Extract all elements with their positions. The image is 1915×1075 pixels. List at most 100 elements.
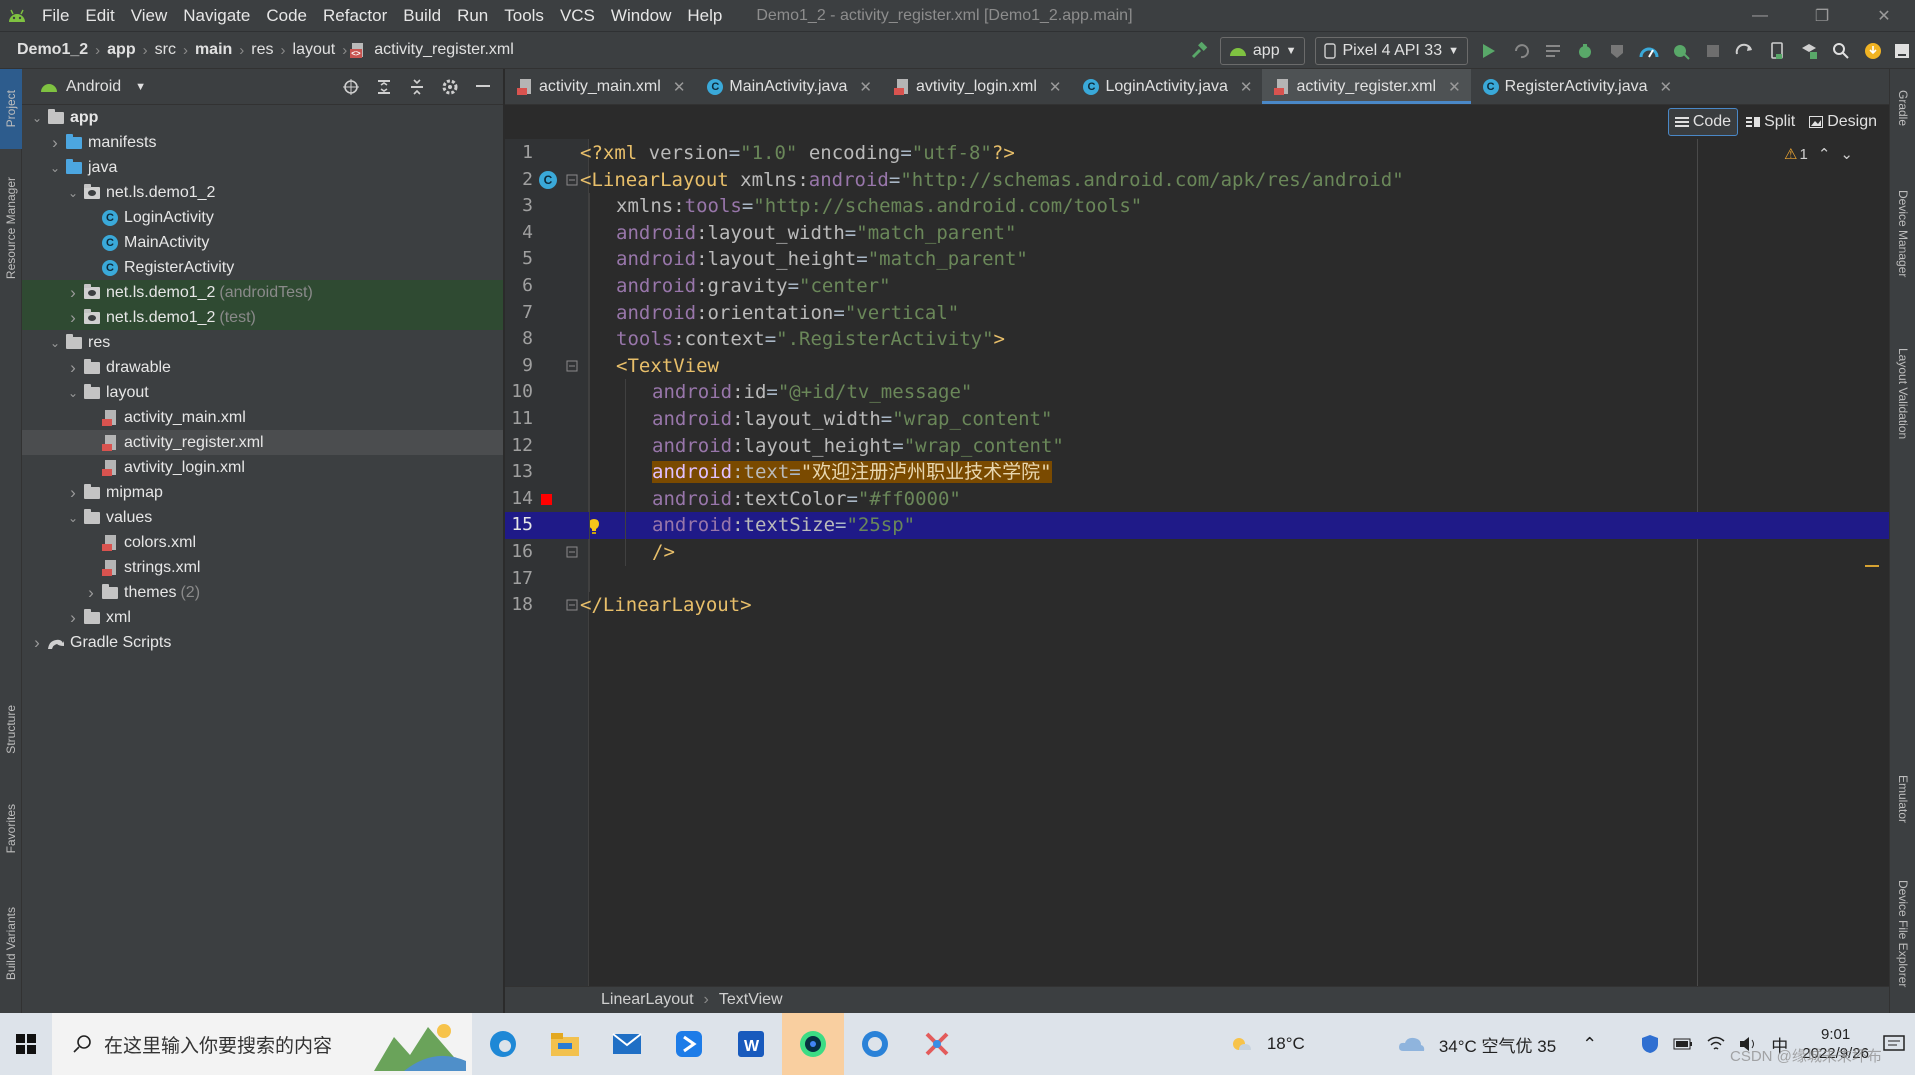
close-tab-icon[interactable]: ✕ bbox=[1448, 78, 1461, 96]
editor-tab[interactable]: C RegisterActivity.java ✕ bbox=[1471, 69, 1682, 104]
debug-icon[interactable] bbox=[1569, 32, 1601, 70]
tree-item[interactable]: ⌄ net.ls.demo1_2 bbox=[22, 180, 503, 205]
chevron-down-icon[interactable]: ⌄ bbox=[64, 186, 82, 200]
tree-item[interactable]: › net.ls.demo1_2 (androidTest) bbox=[22, 280, 503, 305]
chevron-down-icon[interactable]: ⌄ bbox=[46, 161, 64, 175]
menu-run[interactable]: Run bbox=[449, 0, 496, 31]
editor-tab[interactable]: activity_main.xml ✕ bbox=[505, 69, 695, 104]
device-select[interactable]: Pixel 4 API 33 ▼ bbox=[1315, 37, 1468, 65]
code-editor[interactable]: ⚠ 1 ⌃ ⌄ 1 <?xml version="1.0" encoding="u… bbox=[505, 139, 1889, 986]
taskbar-browser-icon[interactable] bbox=[844, 1013, 906, 1075]
hide-panel-icon[interactable] bbox=[466, 69, 499, 105]
warning-stripe-marker[interactable] bbox=[1865, 565, 1879, 567]
editor-crumb-textview[interactable]: TextView bbox=[719, 991, 783, 1009]
taskbar-search-box[interactable]: 在这里输入你要搜索的内容 bbox=[52, 1013, 472, 1075]
taskbar-mail-icon[interactable] bbox=[596, 1013, 658, 1075]
menu-edit[interactable]: Edit bbox=[77, 0, 122, 31]
menu-navigate[interactable]: Navigate bbox=[175, 0, 258, 31]
tree-item[interactable]: ⌄ res bbox=[22, 330, 503, 355]
menu-vcs[interactable]: VCS bbox=[552, 0, 603, 31]
chevron-right-icon[interactable]: › bbox=[64, 608, 82, 628]
tool-tab-build-variants[interactable]: Build Variants bbox=[0, 889, 22, 999]
apply-code-changes-icon[interactable] bbox=[1537, 32, 1569, 70]
chevron-down-icon[interactable]: ⌄ bbox=[64, 511, 82, 525]
security-shield-icon[interactable] bbox=[1641, 1034, 1659, 1054]
code-line[interactable]: 5 android:layout_height="match_parent" bbox=[505, 246, 1889, 273]
code-view-button[interactable]: Code bbox=[1667, 108, 1739, 136]
breadcrumb-project[interactable]: Demo1_2 bbox=[13, 41, 92, 59]
code-line[interactable]: 9 <TextView bbox=[505, 353, 1889, 380]
tree-item[interactable]: ⌄ values bbox=[22, 505, 503, 530]
taskbar-word-icon[interactable]: W bbox=[720, 1013, 782, 1075]
tree-item[interactable]: › net.ls.demo1_2 (test) bbox=[22, 305, 503, 330]
chevron-right-icon[interactable]: › bbox=[64, 308, 82, 328]
tree-item[interactable]: › drawable bbox=[22, 355, 503, 380]
code-line[interactable]: 8 tools:context=".RegisterActivity"> bbox=[505, 326, 1889, 353]
tree-item[interactable]: C MainActivity bbox=[22, 230, 503, 255]
tool-tab-structure[interactable]: Structure bbox=[0, 689, 22, 769]
editor-tab[interactable]: C MainActivity.java ✕ bbox=[695, 69, 882, 104]
run-icon[interactable] bbox=[1473, 32, 1505, 70]
tree-item[interactable]: avtivity_login.xml bbox=[22, 455, 503, 480]
profile-icon[interactable] bbox=[1633, 32, 1665, 70]
coverage-icon[interactable] bbox=[1601, 32, 1633, 70]
chevron-right-icon[interactable]: › bbox=[64, 283, 82, 303]
chevron-right-icon[interactable]: › bbox=[64, 483, 82, 503]
tool-tab-emulator[interactable]: Emulator bbox=[1890, 759, 1915, 839]
gear-icon[interactable] bbox=[433, 69, 466, 105]
code-line[interactable]: 17 bbox=[505, 566, 1889, 593]
menu-help[interactable]: Help bbox=[679, 0, 730, 31]
chevron-up-icon[interactable]: ⌃ bbox=[1582, 1034, 1597, 1055]
updates-icon[interactable] bbox=[1857, 32, 1889, 70]
breadcrumb-file[interactable]: activity_register.xml bbox=[370, 41, 518, 59]
tree-item[interactable]: ⌄ layout bbox=[22, 380, 503, 405]
tree-item[interactable]: › themes (2) bbox=[22, 580, 503, 605]
menu-tools[interactable]: Tools bbox=[496, 0, 552, 31]
windows-start-button[interactable] bbox=[0, 1013, 52, 1075]
close-window-button[interactable]: ✕ bbox=[1853, 0, 1915, 31]
air-quality[interactable]: 34°C 空气优 35 bbox=[1439, 1032, 1556, 1057]
breadcrumb-src[interactable]: src bbox=[151, 41, 180, 59]
menu-code[interactable]: Code bbox=[258, 0, 315, 31]
attach-debugger-icon[interactable] bbox=[1665, 32, 1697, 70]
taskbar-file-explorer-icon[interactable] bbox=[534, 1013, 596, 1075]
tool-tab-layout-validation[interactable]: Layout Validation bbox=[1890, 319, 1915, 469]
code-line[interactable]: 4 android:layout_width="match_parent" bbox=[505, 220, 1889, 247]
tree-item[interactable]: ⌄ java bbox=[22, 155, 503, 180]
tool-tab-favorites[interactable]: Favorites bbox=[0, 789, 22, 869]
close-tab-icon[interactable]: ✕ bbox=[859, 78, 872, 96]
tool-tab-gradle[interactable]: Gradle bbox=[1890, 73, 1915, 143]
sync-gradle-icon[interactable] bbox=[1729, 32, 1761, 70]
breadcrumb-res[interactable]: res bbox=[247, 41, 277, 59]
fold-marker-icon[interactable] bbox=[561, 167, 583, 194]
notifications-icon[interactable] bbox=[1883, 1035, 1905, 1053]
taskbar-xmind-icon[interactable] bbox=[906, 1013, 968, 1075]
hammer-build-icon[interactable] bbox=[1183, 32, 1215, 70]
tool-tab-resource-manager[interactable]: Resource Manager bbox=[0, 163, 22, 293]
design-view-button[interactable]: Design bbox=[1803, 108, 1883, 136]
code-line[interactable]: 3 xmlns:tools="http://schemas.android.com… bbox=[505, 193, 1889, 220]
editor-crumb-linearlayout[interactable]: LinearLayout bbox=[601, 991, 694, 1009]
code-line[interactable]: 16 /> bbox=[505, 539, 1889, 566]
fold-marker-icon[interactable] bbox=[561, 353, 583, 380]
code-line[interactable]: 2 <LinearLayout xmlns:android="http://sch… bbox=[505, 167, 1889, 194]
tree-item[interactable]: › Gradle Scripts bbox=[22, 630, 503, 655]
tool-tab-device-file-explorer[interactable]: Device File Explorer bbox=[1890, 859, 1915, 1009]
tree-item[interactable]: › xml bbox=[22, 605, 503, 630]
editor-tab[interactable]: avtivity_login.xml ✕ bbox=[882, 69, 1072, 104]
chevron-down-icon[interactable]: ▼ bbox=[135, 81, 146, 93]
breadcrumb-layout[interactable]: layout bbox=[289, 41, 340, 59]
battery-icon[interactable] bbox=[1673, 1037, 1693, 1051]
code-line[interactable]: 12 android:layout_height="wrap_content" bbox=[505, 433, 1889, 460]
chevron-right-icon[interactable]: › bbox=[28, 633, 46, 653]
stop-icon[interactable] bbox=[1697, 32, 1729, 70]
code-line[interactable]: 6 android:gravity="center" bbox=[505, 273, 1889, 300]
tool-tab-project[interactable]: Project bbox=[0, 69, 22, 149]
tree-item[interactable]: C RegisterActivity bbox=[22, 255, 503, 280]
fold-marker-icon[interactable] bbox=[561, 592, 583, 619]
close-tab-icon[interactable]: ✕ bbox=[673, 78, 686, 96]
taskbar-edge-icon[interactable] bbox=[472, 1013, 534, 1075]
editor-tab[interactable]: activity_register.xml ✕ bbox=[1262, 69, 1471, 104]
sdk-manager-icon[interactable] bbox=[1793, 32, 1825, 70]
code-line[interactable]: 18 </LinearLayout> bbox=[505, 592, 1889, 619]
